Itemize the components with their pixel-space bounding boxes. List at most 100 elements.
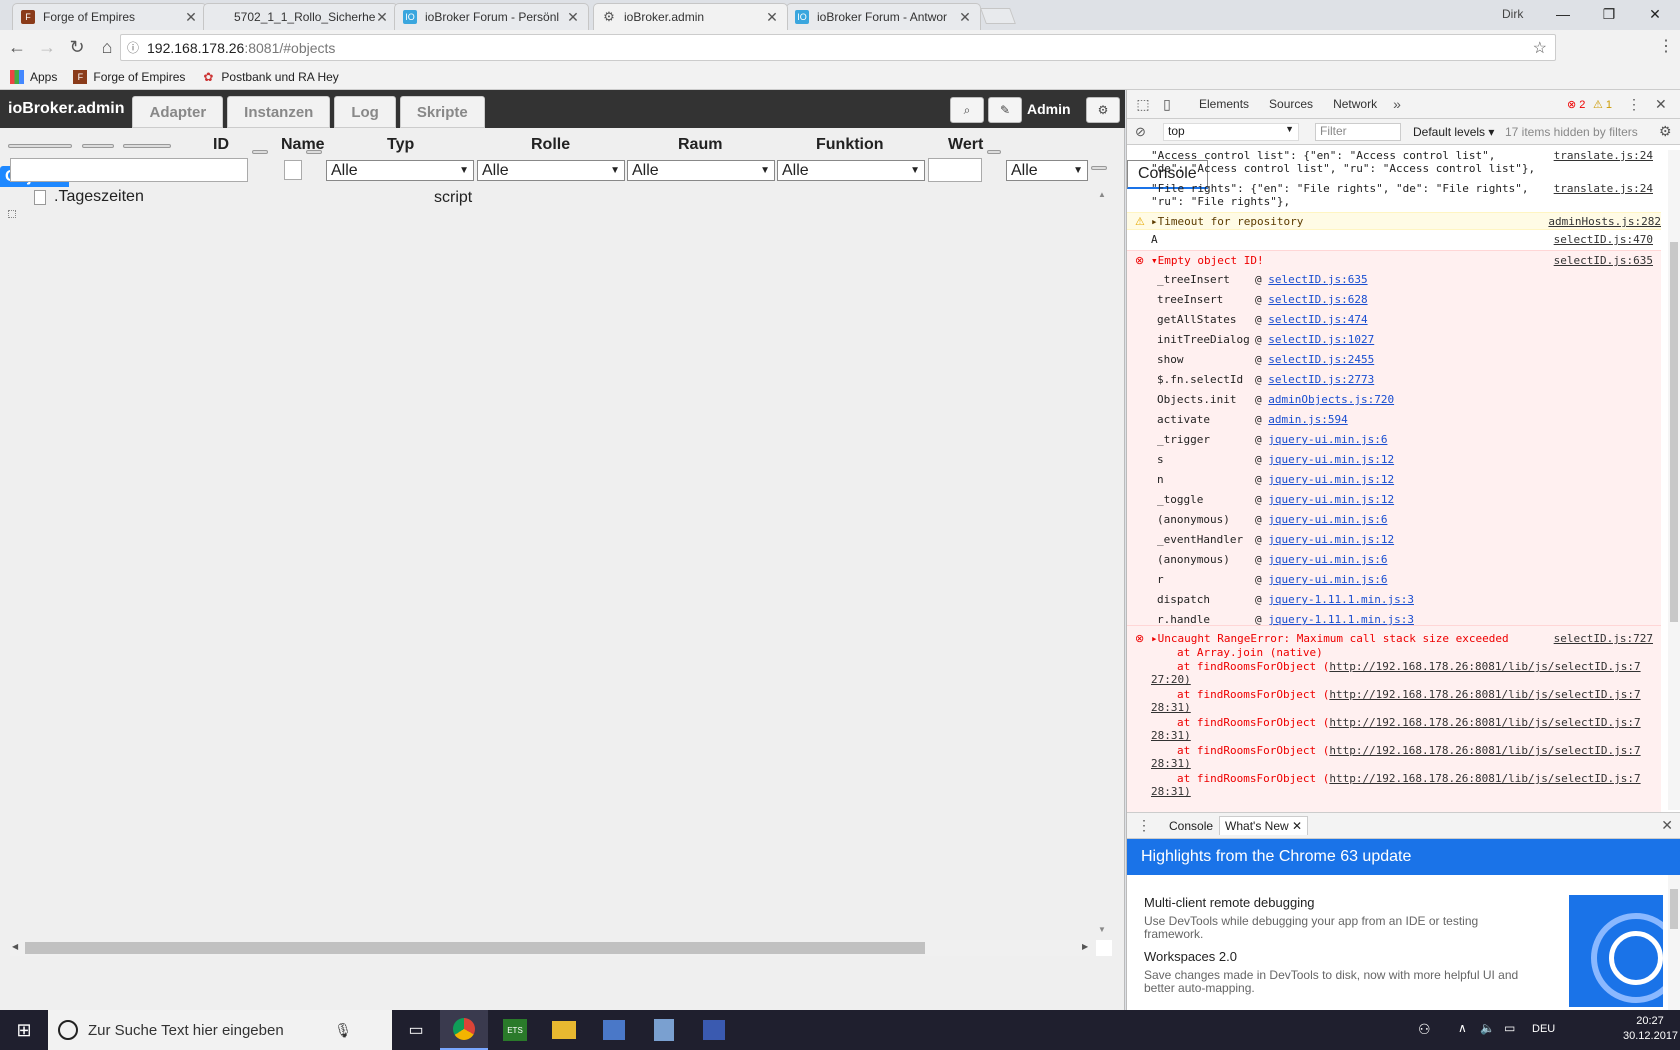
- scrollbar-thumb[interactable]: [1670, 889, 1678, 929]
- stack-url[interactable]: http://192.168.178.26:8081/lib/js/select…: [1329, 744, 1640, 757]
- tab-adapter[interactable]: Adapter: [132, 96, 224, 128]
- log-source-link[interactable]: selectID.js:727: [1554, 632, 1653, 645]
- stack-link[interactable]: selectID.js:2773: [1268, 373, 1374, 386]
- home-icon[interactable]: ⌂: [94, 34, 120, 60]
- address-bar[interactable]: ⓘ 192.168.178.26 :8081/#objects ☆: [120, 34, 1556, 61]
- stack-link[interactable]: jquery-1.11.1.min.js:3: [1268, 593, 1414, 606]
- toolbar-mini-button[interactable]: [8, 144, 72, 148]
- log-source-link[interactable]: translate.js:24: [1554, 149, 1653, 162]
- filter-clear[interactable]: [1091, 166, 1107, 170]
- network-icon[interactable]: ▭: [1504, 1021, 1515, 1035]
- close-drawer-icon[interactable]: ✕: [1661, 817, 1673, 834]
- stack-url[interactable]: http://192.168.178.26:8081/lib/js/select…: [1329, 772, 1640, 785]
- app-taskbar-icon[interactable]: [690, 1010, 738, 1050]
- restore-icon[interactable]: ❐: [1586, 0, 1632, 28]
- stack-link[interactable]: admin.js:594: [1268, 413, 1347, 426]
- stack-link[interactable]: jquery-ui.min.js:12: [1268, 453, 1394, 466]
- log-source-link[interactable]: translate.js:24: [1554, 182, 1653, 195]
- console-scrollbar[interactable]: [1668, 150, 1680, 810]
- warning-count-badge[interactable]: ⚠ 1: [1593, 98, 1612, 111]
- close-icon[interactable]: ✕: [765, 9, 779, 26]
- console-filter-input[interactable]: Filter: [1315, 123, 1401, 141]
- explorer-taskbar-icon[interactable]: [540, 1010, 588, 1050]
- close-icon[interactable]: ✕: [958, 9, 972, 26]
- language-indicator[interactable]: DEU: [1532, 1023, 1555, 1035]
- app-taskbar-icon[interactable]: [640, 1010, 688, 1050]
- scroll-right-icon[interactable]: ▶: [1082, 942, 1088, 951]
- stack-url-tail[interactable]: 27:20): [1151, 673, 1191, 686]
- error-count-badge[interactable]: ⊗ 2: [1567, 98, 1585, 111]
- wert-filter-clear[interactable]: [987, 150, 1001, 154]
- forward-icon[interactable]: →: [34, 34, 60, 60]
- browser-tab[interactable]: F Forge of Empires ✕: [12, 3, 207, 30]
- funktion-filter-select[interactable]: Alle ▼: [777, 160, 925, 181]
- tab-sources[interactable]: Sources: [1259, 90, 1323, 119]
- minimize-icon[interactable]: —: [1540, 0, 1586, 28]
- tab-network[interactable]: Network: [1323, 90, 1387, 119]
- ets-taskbar-icon[interactable]: ETS: [491, 1010, 539, 1050]
- context-select[interactable]: top ▼: [1163, 123, 1299, 141]
- log-source-link[interactable]: selectID.js:635: [1554, 254, 1653, 267]
- table-row[interactable]: .Tageszeiten: [34, 188, 144, 206]
- tab-skripte[interactable]: Skripte: [399, 96, 485, 128]
- stack-url[interactable]: http://192.168.178.26:8081/lib/js/select…: [1329, 660, 1640, 673]
- device-icon[interactable]: ▯: [1155, 96, 1179, 113]
- horizontal-scrollbar[interactable]: ◀ ▶: [10, 940, 1090, 956]
- raum-filter-select[interactable]: Alle ▼: [627, 160, 775, 181]
- edit-icon[interactable]: ✎: [988, 97, 1022, 123]
- stack-link[interactable]: jquery-ui.min.js:6: [1268, 433, 1387, 446]
- windows-start-icon[interactable]: ⊞: [0, 1010, 48, 1050]
- console-settings-icon[interactable]: ⚙: [1659, 123, 1672, 140]
- menu-icon[interactable]: ⋮: [1658, 36, 1674, 56]
- stack-url-tail[interactable]: 28:31): [1151, 729, 1191, 742]
- typ-filter-select[interactable]: Alle ▼: [326, 160, 474, 181]
- taskbar-search[interactable]: Zur Suche Text hier eingeben 🎙: [48, 1010, 392, 1050]
- log-source-link[interactable]: adminHosts.js:282: [1548, 215, 1661, 228]
- stack-link[interactable]: jquery-ui.min.js:12: [1268, 473, 1394, 486]
- settings-icon[interactable]: ⚙: [1086, 97, 1120, 123]
- reload-icon[interactable]: ↻: [64, 34, 90, 60]
- close-devtools-icon[interactable]: ✕: [1655, 96, 1667, 113]
- browser-tab-active[interactable]: ⚙ ioBroker.admin ✕: [593, 3, 788, 30]
- stack-link[interactable]: jquery-ui.min.js:12: [1268, 493, 1394, 506]
- microphone-icon[interactable]: 🎙: [334, 1022, 352, 1039]
- drawer-tab-console[interactable]: Console: [1163, 819, 1219, 833]
- browser-tab[interactable]: IO ioBroker Forum - Persönl ✕: [394, 3, 589, 30]
- scrollbar-thumb[interactable]: [25, 942, 925, 954]
- more-tabs-icon[interactable]: »: [1387, 96, 1407, 112]
- tab-elements[interactable]: Elements: [1189, 90, 1259, 119]
- people-icon[interactable]: ⚇: [1418, 1021, 1431, 1038]
- back-icon[interactable]: ←: [4, 34, 30, 60]
- log-warning[interactable]: ⚠ ▸Timeout for repository adminHosts.js:…: [1127, 212, 1661, 230]
- bookmark-postbank[interactable]: ✿ Postbank und RA Hey: [201, 70, 338, 84]
- stack-link[interactable]: selectID.js:474: [1268, 313, 1367, 326]
- toolbar-mini-button[interactable]: [123, 144, 171, 148]
- stack-link[interactable]: jquery-ui.min.js:6: [1268, 553, 1387, 566]
- bookmark-apps[interactable]: Apps: [10, 69, 57, 84]
- stack-link[interactable]: jquery-ui.min.js:6: [1268, 573, 1387, 586]
- close-icon[interactable]: ✕: [566, 9, 580, 26]
- feature-title[interactable]: Multi-client remote debugging: [1144, 895, 1315, 910]
- close-icon[interactable]: ✕: [184, 9, 198, 26]
- drawer-scrollbar[interactable]: [1668, 875, 1680, 1011]
- stack-link[interactable]: jquery-ui.min.js:12: [1268, 533, 1394, 546]
- profile-user[interactable]: Dirk: [1502, 7, 1523, 21]
- stack-link[interactable]: selectID.js:635: [1268, 273, 1367, 286]
- name-filter-clear[interactable]: [306, 150, 322, 154]
- error-message[interactable]: ▾Empty object ID!: [1151, 254, 1264, 267]
- wert-filter-input[interactable]: [928, 158, 982, 182]
- app-taskbar-icon[interactable]: [590, 1010, 638, 1050]
- error-message[interactable]: ▸Uncaught RangeError: Maximum call stack…: [1151, 632, 1509, 645]
- stack-url-tail[interactable]: 28:31): [1151, 785, 1191, 798]
- tab-log[interactable]: Log: [334, 96, 396, 128]
- task-view-icon[interactable]: ▭: [392, 1010, 440, 1050]
- scrollbar-thumb[interactable]: [1670, 242, 1678, 622]
- devtools-menu-icon[interactable]: ⋮: [1627, 96, 1641, 113]
- drawer-tab-whats-new[interactable]: What's New ✕: [1219, 816, 1309, 835]
- tray-up-icon[interactable]: ∧: [1458, 1021, 1467, 1035]
- browser-tab[interactable]: IO ioBroker Forum - Antwor ✕: [786, 3, 981, 30]
- bookmark-foe[interactable]: F Forge of Empires: [73, 69, 185, 84]
- stack-link[interactable]: jquery-ui.min.js:6: [1268, 513, 1387, 526]
- stack-url[interactable]: http://192.168.178.26:8081/lib/js/select…: [1329, 688, 1640, 701]
- stack-url-tail[interactable]: 28:31): [1151, 701, 1191, 714]
